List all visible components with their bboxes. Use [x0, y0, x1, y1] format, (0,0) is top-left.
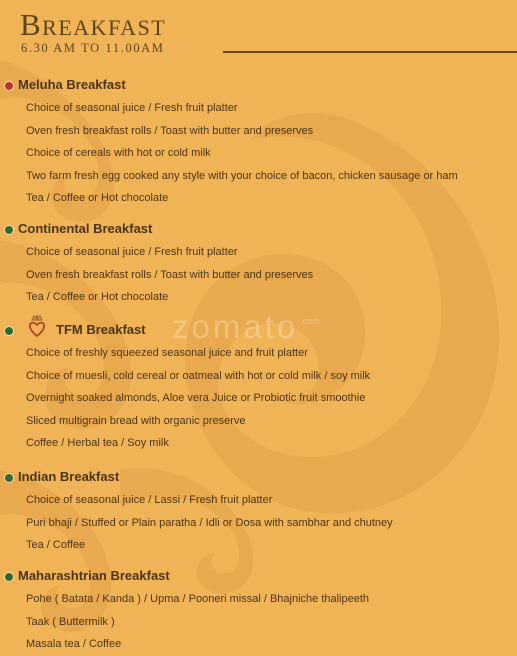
menu-item: Choice of cereals with hot or cold milk — [26, 147, 211, 160]
menu-item: Tea / Coffee or Hot chocolate — [26, 192, 169, 205]
section-title: Meluha Breakfast — [18, 77, 126, 92]
menu-item: Puri bhaji / Stuffed or Plain paratha / … — [26, 516, 393, 529]
section-title: TFM Breakfast — [56, 322, 146, 337]
menu-title: Breakfast — [20, 7, 167, 42]
menu-section-tfm: TFM Breakfast Choice of freshly squeezed… — [0, 314, 370, 455]
heart-crown-logo-icon — [29, 314, 45, 338]
menu-item-list: Pohe ( Batata / Kanda ) / Upma / Pooneri… — [0, 588, 369, 656]
header-divider — [223, 51, 517, 53]
menu-item: Two farm fresh egg cooked any style with… — [26, 169, 458, 182]
green-bullet-icon — [5, 226, 13, 234]
menu-item-list: Choice of seasonal juice / Fresh fruit p… — [0, 241, 313, 309]
menu-section-indian: Indian Breakfast Choice of seasonal juic… — [0, 469, 393, 557]
menu-item: Oven fresh breakfast rolls / Toast with … — [26, 268, 314, 281]
menu-item: Tea / Coffee or Hot chocolate — [26, 291, 169, 304]
green-bullet-icon — [5, 474, 13, 482]
menu-section-continental: Continental Breakfast Choice of seasonal… — [0, 221, 313, 309]
menu-item: Masala tea / Coffee — [26, 638, 122, 651]
section-heading: Meluha Breakfast — [0, 77, 458, 97]
menu-item: Sliced multigrain bread with organic pre… — [26, 414, 246, 427]
menu-item-list: Choice of seasonal juice / Fresh fruit p… — [0, 97, 458, 210]
menu-item: Pohe ( Batata / Kanda ) / Upma / Pooneri… — [26, 593, 370, 605]
section-heading: Continental Breakfast — [0, 221, 313, 241]
menu-item: Taak ( Buttermilk ) — [26, 615, 115, 628]
menu-item: Choice of freshly squeezed seasonal juic… — [26, 347, 308, 359]
menu-item: Choice of seasonal juice / Fresh fruit p… — [26, 246, 238, 258]
menu-item: Tea / Coffee — [26, 539, 86, 552]
menu-item: Choice of seasonal juice / Fresh fruit p… — [26, 102, 238, 114]
menu-item: Choice of seasonal juice / Lassi / Fresh… — [26, 494, 273, 506]
menu-item: Coffee / Herbal tea / Soy milk — [26, 437, 169, 450]
menu-item-list: Choice of seasonal juice / Lassi / Fresh… — [0, 489, 393, 557]
menu-section-meluha: Meluha Breakfast Choice of seasonal juic… — [0, 77, 458, 210]
section-title: Continental Breakfast — [18, 221, 153, 236]
menu-item-list: Choice of freshly squeezed seasonal juic… — [0, 342, 370, 455]
menu-section-maharashtrian: Maharashtrian Breakfast Pohe ( Batata / … — [0, 568, 369, 656]
section-heading: Indian Breakfast — [0, 469, 393, 489]
green-bullet-icon — [5, 327, 13, 335]
section-heading: Maharashtrian Breakfast — [0, 568, 369, 588]
menu-item: Oven fresh breakfast rolls / Toast with … — [26, 124, 314, 137]
green-bullet-icon — [5, 573, 13, 581]
section-heading: TFM Breakfast — [0, 314, 370, 342]
red-bullet-icon — [5, 82, 13, 90]
menu-item: Choice of muesli, cold cereal or oatmeal… — [26, 369, 371, 382]
breakfast-menu-page: Breakfast 6.30 AM TO 11.00AM zomato .com … — [0, 0, 517, 652]
service-hours: 6.30 AM TO 11.00AM — [21, 41, 165, 55]
section-title: Maharashtrian Breakfast — [18, 568, 170, 583]
section-title: Indian Breakfast — [18, 469, 120, 484]
menu-item: Overnight soaked almonds, Aloe vera Juic… — [26, 392, 366, 405]
